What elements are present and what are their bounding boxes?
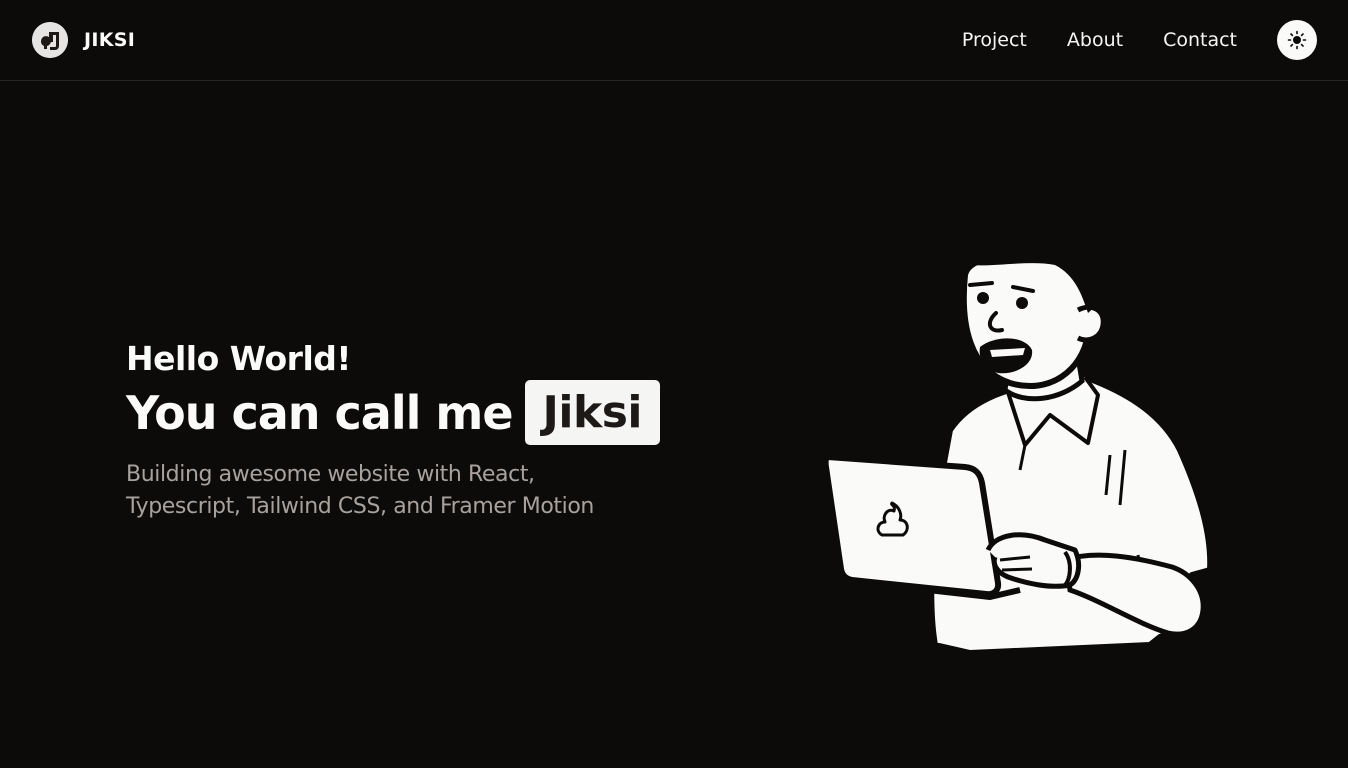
- sun-icon: [1287, 30, 1307, 50]
- nav-link-project[interactable]: Project: [962, 27, 1027, 53]
- nav-link-contact[interactable]: Contact: [1163, 27, 1237, 53]
- brand-link[interactable]: JIKSI: [32, 22, 135, 58]
- nav-menu: Project About Contact: [962, 27, 1237, 53]
- hero-headline: You can call me Jiksi: [126, 380, 746, 445]
- logo-icon: [32, 22, 68, 58]
- hero-greeting: Hello World!: [126, 339, 351, 378]
- navbar: JIKSI Project About Contact: [0, 0, 1348, 81]
- brand-name: JIKSI: [84, 29, 136, 51]
- name-badge: Jiksi: [524, 380, 661, 445]
- headline-prefix: You can call me: [126, 385, 514, 440]
- nav-link-about[interactable]: About: [1067, 27, 1123, 53]
- theme-toggle-button[interactable]: [1277, 20, 1317, 60]
- hero-text: Hello World! You can call me Jiksi Build…: [126, 340, 746, 523]
- developer-illustration: [822, 214, 1214, 656]
- hero-subtitle: Building awesome website with React, Typ…: [126, 462, 594, 519]
